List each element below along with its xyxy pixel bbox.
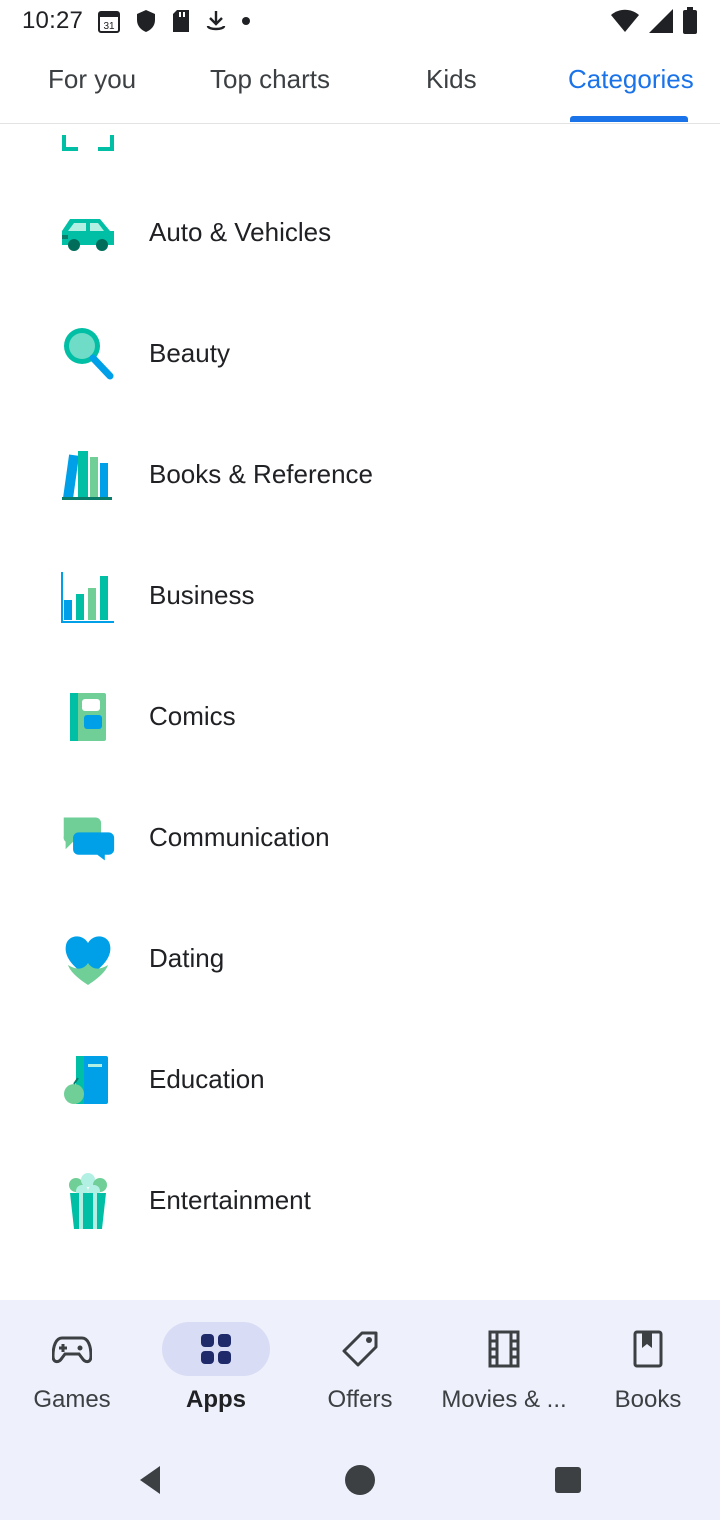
status-left: 10:27 31 — [22, 7, 251, 35]
category-dating[interactable]: Dating — [0, 898, 720, 1019]
nav-offers[interactable]: Offers — [288, 1300, 432, 1440]
category-label: Comics — [149, 701, 236, 731]
tab-kids[interactable]: Kids — [426, 64, 477, 95]
car-icon — [60, 205, 116, 261]
tab-indicator — [570, 116, 688, 122]
popcorn-icon — [60, 1172, 116, 1229]
nav-label: Games — [33, 1386, 111, 1413]
apps-grid-icon — [162, 1322, 270, 1376]
mirror-icon — [60, 326, 116, 382]
category-business[interactable]: Business — [0, 535, 720, 656]
calendar-day: 31 — [104, 21, 116, 32]
nav-label: Apps — [186, 1386, 246, 1413]
back-icon[interactable] — [132, 1460, 172, 1500]
signal-icon — [648, 8, 674, 34]
gamepad-icon — [18, 1322, 126, 1376]
status-right — [610, 7, 698, 35]
status-time: 10:27 — [22, 7, 84, 34]
category-beauty[interactable]: Beauty — [0, 293, 720, 414]
tag-icon — [306, 1322, 414, 1376]
nav-label: Movies & ... — [441, 1386, 567, 1413]
chat-bubbles-icon — [60, 810, 116, 866]
top-tabs: For you Top charts Kids Categories — [0, 42, 720, 124]
category-communication[interactable]: Communication — [0, 777, 720, 898]
recents-icon[interactable] — [548, 1460, 588, 1500]
dot-icon — [241, 16, 251, 26]
category-label: Education — [149, 1064, 265, 1094]
category-label: Books & Reference — [149, 459, 374, 489]
bar-chart-icon — [60, 568, 116, 624]
shield-icon — [135, 9, 157, 33]
download-icon — [205, 9, 227, 33]
category-label: Beauty — [149, 338, 230, 368]
category-label: Auto & Vehicles — [149, 217, 332, 247]
category-entertainment[interactable]: Entertainment — [0, 1140, 720, 1261]
nav-books[interactable]: Books — [576, 1300, 720, 1440]
tab-top-charts[interactable]: Top charts — [210, 64, 330, 95]
tab-categories[interactable]: Categories — [568, 64, 694, 95]
category-label: Business — [149, 580, 255, 610]
category-label: Communication — [149, 822, 330, 852]
battery-icon — [682, 7, 698, 35]
nav-apps[interactable]: Apps — [144, 1300, 288, 1440]
nav-games[interactable]: Games — [0, 1300, 144, 1440]
bottom-nav: Games Apps Offers Movies & ... Books — [0, 1300, 720, 1440]
category-books-reference[interactable]: Books & Reference — [0, 414, 720, 535]
category-comics[interactable]: Comics — [0, 656, 720, 777]
status-bar: 10:27 31 — [0, 0, 720, 42]
nav-label: Offers — [327, 1386, 393, 1413]
frame-icon — [60, 124, 116, 153]
book-apple-icon — [60, 1052, 116, 1108]
category-education[interactable]: Education — [0, 1019, 720, 1140]
system-nav — [0, 1440, 720, 1520]
tab-for-you[interactable]: For you — [48, 64, 136, 95]
category-label: Dating — [149, 943, 225, 973]
category-label: Entertainment — [149, 1185, 311, 1215]
sd-card-icon — [171, 9, 191, 33]
wifi-icon — [610, 9, 640, 33]
hearts-icon — [60, 931, 116, 987]
calendar-icon: 31 — [97, 8, 121, 34]
film-icon — [450, 1322, 558, 1376]
books-icon — [60, 447, 116, 503]
nav-movies[interactable]: Movies & ... — [432, 1300, 576, 1440]
nav-label: Books — [614, 1386, 682, 1413]
home-icon[interactable] — [340, 1460, 380, 1500]
category-list[interactable]: Auto & Vehicles Beauty Books & Reference — [0, 124, 720, 1300]
comic-book-icon — [60, 689, 116, 745]
category-auto-vehicles[interactable]: Auto & Vehicles — [0, 172, 720, 293]
bookmark-icon — [594, 1322, 702, 1376]
